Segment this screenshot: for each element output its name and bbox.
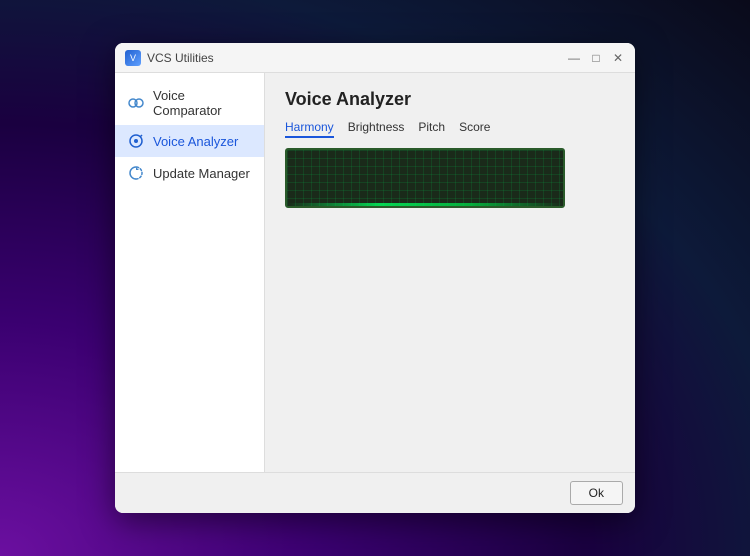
update-manager-icon (127, 164, 145, 182)
tab-bar: Harmony Brightness Pitch Score (285, 120, 615, 138)
main-content: Voice Analyzer Harmony Brightness Pitch … (265, 73, 635, 472)
sidebar-item-voice-analyzer[interactable]: Voice Analyzer (115, 125, 264, 157)
sidebar-label-voice-analyzer: Voice Analyzer (153, 134, 238, 149)
window-title: VCS Utilities (147, 51, 214, 65)
tab-harmony[interactable]: Harmony (285, 120, 334, 138)
sidebar-label-update-manager: Update Manager (153, 166, 250, 181)
window-body: Voice Comparator Voice Analyzer (115, 73, 635, 472)
main-window: V VCS Utilities — □ ✕ Voice Comparator (115, 43, 635, 513)
ok-button[interactable]: Ok (570, 481, 623, 505)
voice-analyzer-icon (127, 132, 145, 150)
tab-score[interactable]: Score (459, 120, 490, 138)
page-title: Voice Analyzer (285, 89, 615, 110)
visualizer-grid (287, 150, 563, 206)
footer: Ok (115, 472, 635, 513)
title-bar-left: V VCS Utilities (125, 50, 214, 66)
visualizer-glow (287, 203, 563, 206)
app-icon: V (125, 50, 141, 66)
minimize-button[interactable]: — (567, 51, 581, 65)
visualizer-container (285, 148, 565, 208)
voice-comparator-icon (127, 94, 145, 112)
sidebar-item-voice-comparator[interactable]: Voice Comparator (115, 81, 264, 125)
close-button[interactable]: ✕ (611, 51, 625, 65)
tab-pitch[interactable]: Pitch (418, 120, 445, 138)
maximize-button[interactable]: □ (589, 51, 603, 65)
tab-brightness[interactable]: Brightness (348, 120, 405, 138)
sidebar: Voice Comparator Voice Analyzer (115, 73, 265, 472)
sidebar-label-voice-comparator: Voice Comparator (153, 88, 252, 118)
title-bar-controls: — □ ✕ (567, 51, 625, 65)
sidebar-item-update-manager[interactable]: Update Manager (115, 157, 264, 189)
title-bar: V VCS Utilities — □ ✕ (115, 43, 635, 73)
